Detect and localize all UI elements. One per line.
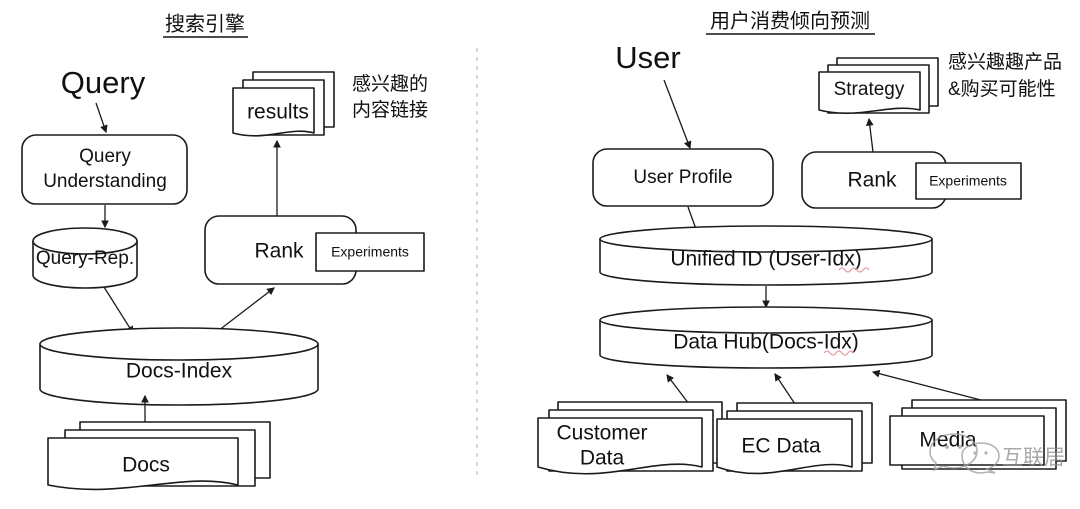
arrow-rank-to-strategy	[865, 117, 874, 153]
customer-data-label-line1: Customer	[556, 422, 647, 445]
query-understanding-label-line2: Understanding	[43, 171, 167, 192]
arrow-customerdata-to-datahub	[666, 374, 690, 405]
experiments-label-right: Experiments	[929, 173, 1007, 189]
arrow-queryrep-to-docsindex	[103, 286, 134, 334]
right-panel-title: 用户消费倾向预测	[710, 9, 870, 32]
left-panel-title: 搜索引擎	[165, 12, 245, 35]
user-profile-label: User Profile	[633, 167, 732, 188]
left-annotation-line2: 内容链接	[352, 99, 428, 121]
rank-label-left: Rank	[254, 240, 304, 263]
right-annotation-line2: &购买可能性	[948, 78, 1056, 100]
unified-id-label: Unified ID (User-Idx)	[670, 248, 861, 271]
docs-label: Docs	[122, 454, 170, 477]
results-label: results	[247, 101, 309, 124]
watermark-text: 互联居	[1002, 447, 1065, 470]
diagram-canvas: 搜索引擎 Query Query Understanding Query-Rep…	[0, 0, 1080, 509]
architecture-diagram: 搜索引擎 Query Query Understanding Query-Rep…	[21, 9, 1067, 491]
data-hub-label: Data Hub(Docs-Idx)	[673, 331, 859, 354]
docs-index-label: Docs-Index	[126, 360, 233, 383]
customer-data-label-line2: Data	[580, 447, 625, 470]
left-panel: 搜索引擎 Query Query Understanding Query-Rep…	[21, 12, 428, 491]
arrow-query-to-understanding	[95, 102, 108, 134]
rank-label-right: Rank	[847, 169, 897, 192]
query-rep-label: Query-Rep.	[36, 248, 134, 269]
right-panel: 用户消费倾向预测 User User Profile Strategy 感兴趣趣…	[537, 9, 1067, 475]
left-annotation-line1: 感兴趣的	[352, 73, 428, 95]
right-annotation-line1: 感兴趣趣产品	[948, 51, 1062, 73]
query-understanding-label-line1: Query	[79, 146, 131, 167]
query-input-label: Query	[61, 65, 146, 100]
strategy-label: Strategy	[834, 79, 905, 100]
user-input-label: User	[615, 40, 680, 75]
arrow-ecdata-to-datahub	[774, 373, 796, 405]
ec-data-label: EC Data	[741, 435, 821, 458]
experiments-label-left: Experiments	[331, 244, 409, 260]
arrow-user-to-profile	[663, 79, 692, 150]
arrow-docsindex-to-rank	[213, 287, 275, 335]
